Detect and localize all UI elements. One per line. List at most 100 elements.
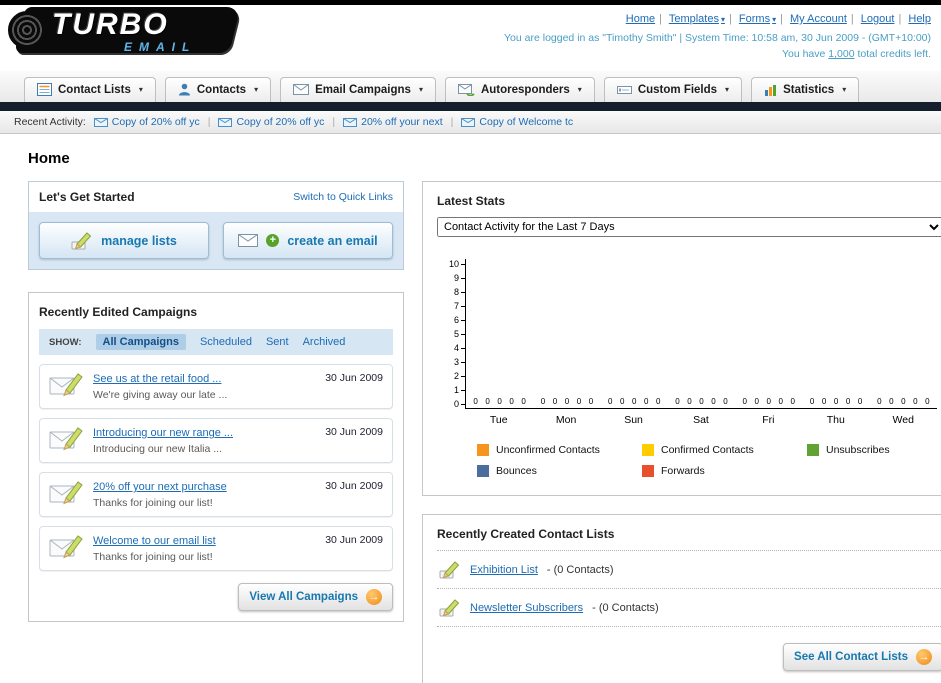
chart-bar-group: 00000: [802, 259, 869, 408]
separator: |: [450, 116, 454, 128]
top-link-label: Forms: [738, 13, 771, 25]
top-nav: Home | Templates ▾ | Forms ▾ | My Account | Lo…: [504, 11, 931, 28]
chart-bar-slot: 0: [899, 396, 907, 407]
chart-bar-value-label: 0: [766, 396, 771, 406]
chevron-down-icon: ▾: [720, 15, 725, 24]
legend-swatch: [807, 444, 819, 456]
nav-tab-custom-fields[interactable]: Custom Fields ▾: [603, 77, 743, 102]
campaign-row: Introducing our new range ... Introducin…: [39, 418, 393, 463]
campaign-edit-icon: [49, 373, 83, 397]
tab-archived[interactable]: Archived: [303, 336, 346, 348]
chart-bar-value-label: 0: [925, 396, 930, 406]
campaign-title-link[interactable]: Introducing our new range ...: [93, 427, 233, 439]
view-all-campaigns-button[interactable]: View All Campaigns →: [238, 583, 393, 611]
nav-tab-contacts[interactable]: Contacts ▾: [164, 77, 272, 102]
chart-bar-group: 00000: [466, 259, 533, 408]
recent-activity-item[interactable]: Copy of 20% off yc: [93, 116, 200, 128]
chart-bar-slot: 0: [741, 396, 749, 407]
separator: |: [780, 13, 783, 25]
bar-chart-icon: [764, 84, 777, 96]
recent-activity-item[interactable]: Copy of Welcome tc: [461, 116, 573, 128]
nav-tab-contact-lists[interactable]: Contact Lists ▾: [24, 77, 156, 102]
chart-bar-value-label: 0: [754, 396, 759, 406]
top-link-help[interactable]: Help: [908, 13, 931, 25]
tab-all-campaigns[interactable]: All Campaigns: [95, 334, 186, 350]
chart-bar-slot: 0: [685, 396, 693, 407]
nav-tab-label: Contact Lists: [58, 83, 131, 96]
recent-activity-item[interactable]: Copy of 20% off yc: [218, 116, 324, 128]
nav-tab-autoresponders[interactable]: Autoresponders ▾: [444, 77, 595, 102]
chart-bar-value-label: 0: [889, 396, 894, 406]
chart-bar-slot: 0: [875, 396, 883, 407]
tab-sent[interactable]: Sent: [266, 336, 289, 348]
envelope-icon: [218, 117, 233, 127]
tab-scheduled[interactable]: Scheduled: [200, 336, 252, 348]
campaigns-panel-title: Recently Edited Campaigns: [39, 305, 198, 319]
nav-tab-statistics[interactable]: Statistics ▾: [751, 77, 860, 102]
create-email-label: create an email: [287, 233, 378, 248]
top-link-home[interactable]: Home: [626, 13, 655, 25]
arrow-right-icon: →: [366, 589, 382, 605]
chart-y-tick-label: 2: [454, 371, 465, 381]
chart-bar-value-label: 0: [845, 396, 851, 406]
chart-y-tick-label: 0: [454, 399, 465, 409]
envelope-icon: [238, 234, 259, 247]
chart-bar-slot: 0: [575, 396, 583, 407]
chart-y-tick-label: 5: [454, 329, 465, 339]
top-link-logout[interactable]: Logout: [861, 13, 895, 25]
campaign-date: 30 Jun 2009: [325, 426, 383, 438]
chart-y-tick-label: 3: [454, 357, 465, 367]
chart-bar-slot: 0: [472, 396, 480, 407]
campaign-title-link[interactable]: See us at the retail food ...: [93, 373, 221, 385]
recent-activity-item[interactable]: 20% off your next: [343, 116, 443, 128]
chart-bar-slot: 0: [820, 396, 828, 407]
autoresponder-envelope-icon: [457, 83, 475, 96]
top-link-templates[interactable]: Templates ▾: [669, 13, 725, 25]
logo-swirl-icon: [8, 11, 46, 49]
legend-item: Bounces: [477, 465, 642, 477]
contact-list-link[interactable]: Newsletter Subscribers: [470, 602, 583, 614]
credits-amount-link[interactable]: 1,000: [828, 48, 854, 60]
chevron-down-icon: ▾: [577, 85, 582, 94]
top-link-forms[interactable]: Forms ▾: [739, 13, 776, 25]
chart-bar-value-label: 0: [675, 396, 680, 406]
chart-x-tick-label: Mon: [555, 414, 577, 426]
contact-list-item: Exhibition List - (0 Contacts): [437, 551, 941, 589]
pencil-icon: [439, 599, 460, 617]
chevron-down-icon: ▾: [725, 85, 730, 94]
campaign-date: 30 Jun 2009: [325, 372, 383, 384]
chart-x-tick-label: Sun: [624, 414, 643, 426]
chart-bar-group: 00000: [735, 259, 802, 408]
turbo-email-logo[interactable]: TURBO EMAIL: [6, 7, 266, 61]
left-column: Let's Get Started Switch to Quick Links …: [28, 181, 404, 622]
get-started-body: manage lists + create an email: [29, 212, 403, 269]
create-email-button[interactable]: + create an email: [223, 222, 393, 259]
header: TURBO EMAIL Home | Templates ▾ | Forms ▾ | My…: [0, 5, 941, 71]
top-link-my-account[interactable]: My Account: [790, 13, 847, 25]
latest-stats-panel: Latest Stats Contact Activity for the La…: [422, 181, 941, 496]
campaign-subtitle: Introducing our new Italia ...: [93, 443, 222, 455]
chart-bar-value-label: 0: [723, 396, 728, 406]
chart-bar-value-label: 0: [790, 396, 795, 406]
switch-to-quick-links[interactable]: Switch to Quick Links: [293, 191, 393, 203]
envelope-icon: [93, 117, 108, 127]
stats-activity-select[interactable]: Contact Activity for the Last 7 Days: [437, 217, 941, 237]
chart-bar-value-label: 0: [699, 396, 704, 406]
contact-list-link[interactable]: Exhibition List: [470, 564, 538, 576]
chart-bar-slot: 0: [618, 396, 626, 407]
nav-tab-email-campaigns[interactable]: Email Campaigns ▾: [280, 77, 436, 102]
campaign-date: 30 Jun 2009: [325, 534, 383, 546]
manage-lists-button[interactable]: manage lists: [39, 222, 209, 259]
campaign-title-link[interactable]: 20% off your next purchase: [93, 481, 227, 493]
credits-prefix: You have: [781, 48, 826, 60]
chart-bar-value-label: 0: [588, 396, 594, 406]
chart-bar-value-label: 0: [564, 396, 570, 406]
campaign-title-link[interactable]: Welcome to our email list: [93, 535, 216, 547]
chart-bar-slot: 0: [673, 396, 681, 407]
chart-bar-value-label: 0: [821, 396, 827, 406]
chart-bar-value-label: 0: [643, 396, 649, 406]
chart-bar-value-label: 0: [497, 396, 502, 406]
see-all-contact-lists-button[interactable]: See All Contact Lists →: [783, 643, 941, 671]
nav-divider-bar: [0, 102, 941, 111]
chart-bar-slot: 0: [520, 396, 528, 407]
